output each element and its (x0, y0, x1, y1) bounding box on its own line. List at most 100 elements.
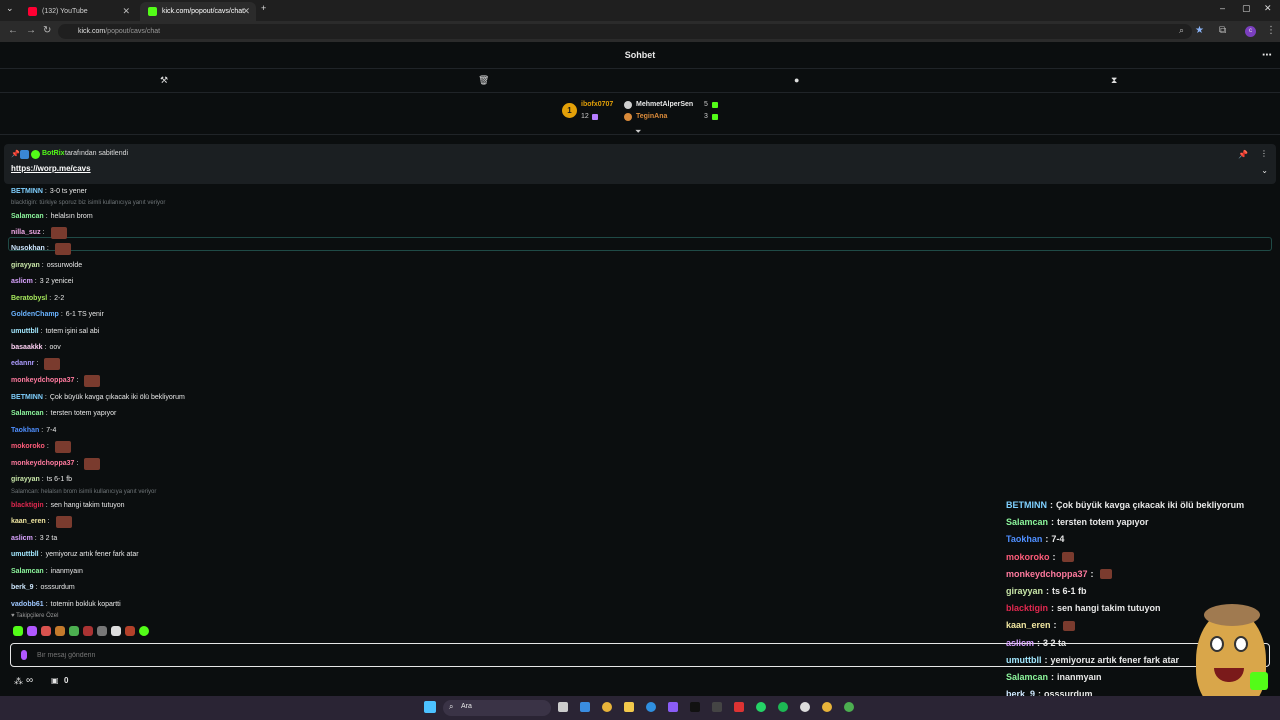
maximize-icon[interactable]: ▢ (1242, 3, 1251, 14)
tab-kick-chat[interactable]: kick.com/popout/cavs/chat ✕ (140, 2, 256, 21)
chat-message[interactable]: Salamcan: inanmyaın (11, 566, 83, 578)
chrome-icon[interactable] (822, 702, 832, 712)
chat-message[interactable]: kaan_eren: (11, 516, 72, 528)
chat-message[interactable]: berk_9: osssurdum (11, 582, 75, 594)
pin-menu-icon[interactable]: ⋮ (1260, 149, 1268, 158)
taskbar-search[interactable]: ⌕ Ara (443, 700, 551, 716)
app-icon[interactable] (844, 702, 854, 712)
chat-message[interactable]: basaakkk: oov (11, 342, 61, 354)
reply-context[interactable]: Salamcan: helalsın brom isimli kullanıcı… (11, 489, 156, 495)
chat-message[interactable]: umuttbll: yemiyoruz artık fener fark atar (11, 549, 139, 561)
reload-icon[interactable]: ↻ (43, 25, 51, 36)
windows-start-icon[interactable] (424, 701, 436, 713)
chrome-icon[interactable] (602, 702, 612, 712)
chat-message[interactable]: aslicm:3 2 ta (11, 533, 57, 545)
chat-message[interactable]: Beratobysl:2-2 (11, 293, 64, 305)
rank3-name[interactable]: TeginAna (636, 113, 667, 120)
emote-icon[interactable] (111, 626, 121, 636)
chat-message[interactable]: GoldenChamp:6-1 TS yenir (11, 309, 104, 321)
send-button[interactable] (1250, 672, 1268, 690)
close-tab-icon[interactable]: ✕ (242, 6, 250, 17)
emote-icon[interactable] (83, 626, 93, 636)
chat-message[interactable]: vadobb61: totemin bokluk kopartti (11, 599, 121, 611)
chat-message-input[interactable] (37, 648, 1137, 662)
chat-username[interactable]: umuttbll (11, 549, 39, 561)
app-icon[interactable] (690, 702, 700, 712)
edge-icon[interactable] (646, 702, 656, 712)
chat-message[interactable]: umuttbll: totem işini sal abi (11, 326, 99, 338)
url-field[interactable]: kick.com/popout/cavs/chat (58, 24, 1192, 39)
spotify-icon[interactable] (778, 702, 788, 712)
chat-message[interactable]: Nusokhan: (11, 243, 71, 255)
app-icon[interactable] (668, 702, 678, 712)
chat-message[interactable]: Salamcan: tersten totem yapıyor (11, 408, 116, 420)
chat-message[interactable]: mokoroko: (11, 441, 71, 453)
bookmark-star-icon[interactable]: ★ (1195, 25, 1204, 36)
rank1-name[interactable]: ibofx0707 (581, 101, 613, 108)
chat-username[interactable]: kaan_eren (11, 516, 46, 528)
chat-username[interactable]: GoldenChamp (11, 309, 59, 321)
collapse-chevron-icon[interactable]: ⌄ (1261, 166, 1268, 175)
pinned-link[interactable]: https://worp.me/cavs (11, 164, 91, 173)
chat-menu-icon[interactable]: ⋯ (1262, 42, 1272, 69)
hourglass-icon[interactable]: ⧗ (1111, 75, 1117, 86)
chat-username[interactable]: vadobb61 (11, 599, 44, 611)
chat-message[interactable]: blacktigin: sen hangi takim tutuyon (11, 500, 125, 512)
points-icon[interactable]: ▣ (51, 676, 59, 685)
emote-icon[interactable] (13, 626, 23, 636)
expand-leaderboard-icon[interactable]: ⏷ (635, 127, 641, 137)
app-icon[interactable] (580, 702, 590, 712)
chat-message[interactable]: Salamcan: helalsın brom (11, 211, 93, 223)
chat-username[interactable]: Beratobysl (11, 293, 47, 305)
minimize-icon[interactable]: – (1220, 3, 1225, 13)
users-icon[interactable]: ⁂ (14, 676, 23, 687)
emote-icon[interactable] (139, 626, 149, 636)
unpin-icon[interactable]: 📌 (1238, 150, 1248, 159)
chat-username[interactable]: edannr (11, 358, 34, 370)
microphone-icon[interactable] (21, 650, 27, 660)
trash-icon[interactable]: 🗑 (478, 75, 489, 86)
chat-username[interactable]: monkeydchoppa37 (11, 458, 74, 470)
chat-message[interactable]: girayyan: ossurwolde (11, 260, 82, 272)
chat-username[interactable]: Salamcan (11, 566, 44, 578)
app-icon[interactable] (712, 702, 722, 712)
chat-username[interactable]: nilla_suz (11, 227, 41, 239)
chat-username[interactable]: BETMINN (11, 392, 43, 404)
chat-message[interactable]: edannr: (11, 358, 61, 370)
new-tab-icon[interactable]: + (261, 3, 266, 13)
chat-username[interactable]: basaakkk (11, 342, 43, 354)
tab-youtube[interactable]: (132) YouTube ✕ (20, 2, 136, 21)
browser-menu-icon[interactable]: ⋮ (1266, 25, 1276, 36)
close-tab-icon[interactable]: ✕ (122, 6, 130, 17)
chat-username[interactable]: berk_9 (11, 582, 34, 594)
chat-username[interactable]: Nusokhan (11, 243, 45, 255)
chat-username[interactable]: girayyan (11, 260, 40, 272)
chat-message[interactable]: monkeydchoppa37: (11, 375, 101, 387)
window-close-icon[interactable]: ✕ (1264, 3, 1272, 14)
chat-username[interactable]: blacktigin (11, 500, 44, 512)
back-icon[interactable]: ← (8, 25, 18, 36)
forward-icon[interactable]: → (26, 25, 36, 36)
chat-message[interactable]: aslicm:3 2 yenicei (11, 276, 73, 288)
emote-icon[interactable] (27, 626, 37, 636)
app-icon[interactable] (734, 702, 744, 712)
app-icon[interactable] (800, 702, 810, 712)
whatsapp-icon[interactable] (756, 702, 766, 712)
file-explorer-icon[interactable] (624, 702, 634, 712)
tab-search-icon[interactable]: ⌄ (6, 3, 14, 14)
chat-username[interactable]: BETMINN (11, 186, 43, 198)
emote-icon[interactable] (125, 626, 135, 636)
chat-username[interactable]: aslicm (11, 276, 33, 288)
chat-message[interactable]: BETMINN:3-0 ts yener (11, 186, 87, 198)
emote-icon[interactable] (97, 626, 107, 636)
reply-context[interactable]: blacktigin: türkiye sporuz biz isimli ku… (11, 200, 165, 206)
chat-username[interactable]: Taokhan (11, 425, 39, 437)
emote-icon[interactable] (55, 626, 65, 636)
chat-username[interactable]: monkeydchoppa37 (11, 375, 74, 387)
emote-icon[interactable] (69, 626, 79, 636)
chat-username[interactable]: Salamcan (11, 408, 44, 420)
rank2-name[interactable]: MehmetAlperSen (636, 101, 693, 108)
task-view-icon[interactable] (558, 702, 568, 712)
zoom-icon[interactable]: ⌕ (1179, 25, 1184, 36)
chat-bubble-icon[interactable]: ● (794, 75, 799, 85)
